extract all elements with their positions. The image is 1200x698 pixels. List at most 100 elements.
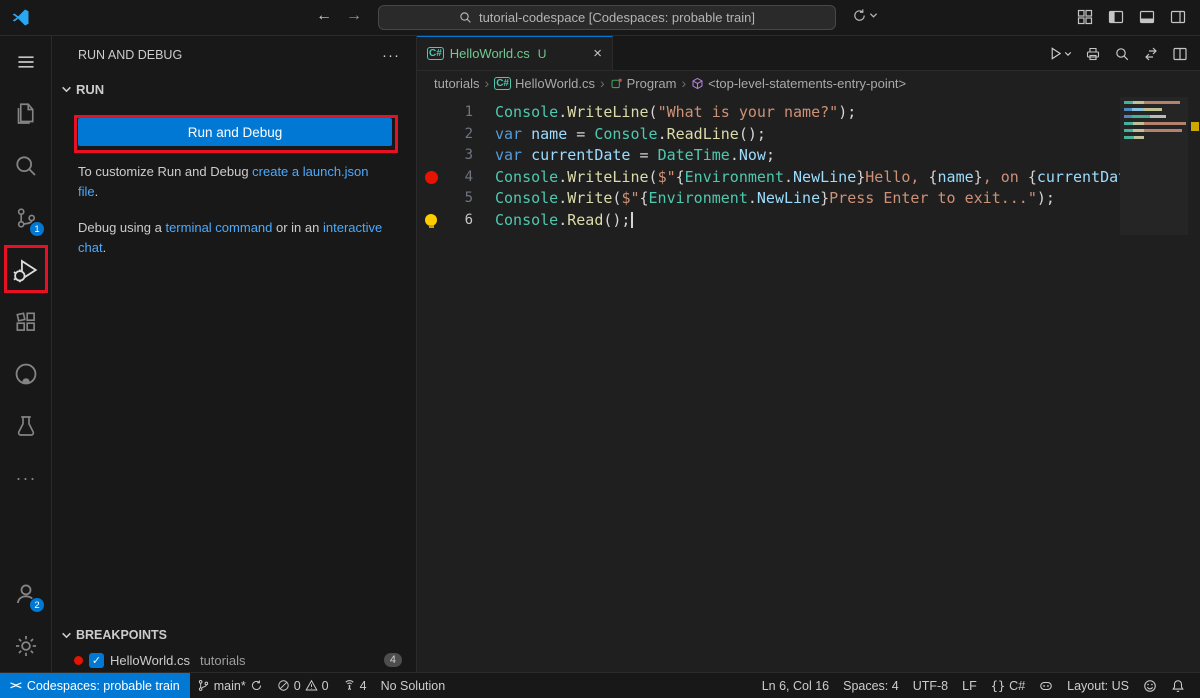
notifications-button[interactable] <box>1164 673 1192 698</box>
encoding-status[interactable]: UTF-8 <box>906 673 955 698</box>
remote-indicator[interactable]: >< Codespaces: probable train <box>0 673 190 698</box>
code-text: var currentDate = DateTime.Now; <box>495 145 1120 167</box>
sidebar-item-explorer[interactable] <box>0 88 52 140</box>
remote-icon: >< <box>10 680 21 692</box>
forward-button[interactable]: → <box>346 7 362 25</box>
minimap-line <box>1124 115 1166 118</box>
compare-changes-icon[interactable] <box>1143 46 1159 62</box>
braces-icon: {} <box>991 679 1005 693</box>
run-and-debug-button[interactable]: Run and Debug <box>78 118 392 146</box>
breadcrumb-separator: › <box>485 75 490 91</box>
code-line[interactable]: 1Console.WriteLine("What is your name?")… <box>417 102 1200 124</box>
scm-badge: 1 <box>29 221 45 237</box>
sidebar-item-source-control[interactable]: 1 <box>0 192 52 244</box>
sidebar-item-run-and-debug[interactable] <box>0 244 52 296</box>
code-text: Console.Read(); <box>495 210 1120 232</box>
files-icon <box>14 102 38 126</box>
settings-button[interactable] <box>0 620 52 672</box>
more-views-button[interactable]: ··· <box>0 452 52 504</box>
tab-helloworld[interactable]: C# HelloWorld.cs U × <box>417 36 613 70</box>
lightbulb-icon[interactable] <box>425 214 437 226</box>
sidebar-item-github[interactable] <box>0 348 52 400</box>
editor-gutter[interactable]: 3 <box>417 145 495 167</box>
code-line[interactable]: 3 var currentDate = DateTime.Now; <box>417 145 1200 167</box>
solution-status[interactable]: No Solution <box>374 673 453 698</box>
run-section-header[interactable]: RUN <box>52 74 416 104</box>
run-and-debug-sidebar: RUN AND DEBUG ··· RUN Run and Debug To c… <box>52 36 417 672</box>
feedback-button[interactable] <box>1136 673 1164 698</box>
copilot-status[interactable] <box>1032 673 1060 698</box>
breakpoint-icon[interactable] <box>425 171 438 184</box>
sync-icon <box>250 679 263 692</box>
split-editor-icon[interactable] <box>1172 46 1188 62</box>
copilot-icon <box>1039 679 1053 693</box>
status-bar: >< Codespaces: probable train main* 0 0 … <box>0 672 1200 698</box>
editor-gutter[interactable]: 1 <box>417 102 495 124</box>
branch-status[interactable]: main* <box>190 673 270 698</box>
chevron-down-icon <box>61 630 72 641</box>
github-icon <box>14 362 38 386</box>
menu-button[interactable] <box>0 36 52 88</box>
view-actions-icon[interactable]: ··· <box>382 47 400 64</box>
hint-text: To customize Run and Debug <box>78 164 252 179</box>
chevron-down-icon <box>61 84 72 95</box>
toggle-sidebar-icon[interactable] <box>1108 9 1124 25</box>
code-line[interactable]: 6Console.Read(); <box>417 210 1200 232</box>
breadcrumb-label: <top-level-statements-entry-point> <box>708 76 906 91</box>
keyboard-layout-status[interactable]: Layout: US <box>1060 673 1136 698</box>
close-tab-icon[interactable]: × <box>593 45 602 62</box>
language-status[interactable]: {} C# <box>984 673 1032 698</box>
breadcrumb-item-entry-point[interactable]: <top-level-statements-entry-point> <box>691 76 906 91</box>
chevron-down-icon <box>869 11 878 20</box>
toggle-panel-icon[interactable] <box>1139 9 1155 25</box>
breakpoints-section-header[interactable]: BREAKPOINTS <box>52 622 416 648</box>
cursor-position-status[interactable]: Ln 6, Col 16 <box>755 673 836 698</box>
customize-hint: To customize Run and Debug create a laun… <box>78 162 392 202</box>
branch-label: main* <box>214 679 246 693</box>
search-editor-icon[interactable] <box>1114 46 1130 62</box>
code-line[interactable]: 2var name = Console.ReadLine(); <box>417 124 1200 146</box>
editor-gutter[interactable]: 2 <box>417 124 495 146</box>
line-number: 1 <box>465 102 473 124</box>
minimap[interactable] <box>1122 101 1186 231</box>
ports-status[interactable]: 4 <box>336 673 374 698</box>
code-line[interactable]: 5Console.Write($"{Environment.NewLine}Pr… <box>417 188 1200 210</box>
breadcrumb-item-program[interactable]: Program <box>610 76 677 91</box>
editor-actions <box>1048 36 1188 71</box>
back-button[interactable]: ← <box>316 7 332 25</box>
sidebar-item-search[interactable] <box>0 140 52 192</box>
problems-status[interactable]: 0 0 <box>270 673 336 698</box>
accounts-button[interactable]: 2 <box>0 568 52 620</box>
smiley-icon <box>1143 679 1157 693</box>
sync-dropdown-button[interactable] <box>852 8 878 23</box>
minimap-line <box>1124 108 1162 111</box>
command-center[interactable]: tutorial-codespace [Codespaces: probable… <box>378 5 836 30</box>
breakpoint-list-item[interactable]: ✓ HelloWorld.cs tutorials 4 <box>52 648 416 672</box>
code-line[interactable]: 4Console.WriteLine($"{Environment.NewLin… <box>417 167 1200 189</box>
editor-gutter[interactable]: 4 <box>417 167 495 189</box>
run-file-button[interactable] <box>1048 46 1072 61</box>
code-text: var name = Console.ReadLine(); <box>495 124 1120 146</box>
run-button-container: Run and Debug <box>78 118 392 146</box>
print-icon[interactable] <box>1085 46 1101 62</box>
breadcrumb-item-file[interactable]: C#HelloWorld.cs <box>494 76 595 91</box>
customize-layout-icon[interactable] <box>1077 9 1093 25</box>
code-text: Console.Write($"{Environment.NewLine}Pre… <box>495 188 1120 210</box>
editor-gutter[interactable]: 6 <box>417 210 495 232</box>
toggle-secondary-sidebar-icon[interactable] <box>1170 9 1186 25</box>
code-editor[interactable]: 1Console.WriteLine("What is your name?")… <box>417 95 1200 672</box>
indentation-status[interactable]: Spaces: 4 <box>836 673 906 698</box>
breadcrumb-item-tutorials[interactable]: tutorials <box>434 76 480 91</box>
line-number: 3 <box>465 145 473 167</box>
hint-text: Debug using a <box>78 220 165 235</box>
breadcrumb: tutorials › C#HelloWorld.cs › Program › … <box>417 71 1200 95</box>
terminal-command-link[interactable]: terminal command <box>165 220 272 235</box>
beaker-icon <box>14 414 38 438</box>
eol-status[interactable]: LF <box>955 673 984 698</box>
activity-bar-bottom: 2 <box>0 568 52 672</box>
sidebar-item-testing[interactable] <box>0 400 52 452</box>
sidebar-item-extensions[interactable] <box>0 296 52 348</box>
editor-gutter[interactable]: 5 <box>417 188 495 210</box>
breakpoint-checkbox[interactable]: ✓ <box>89 653 104 668</box>
class-symbol-icon <box>610 77 623 90</box>
